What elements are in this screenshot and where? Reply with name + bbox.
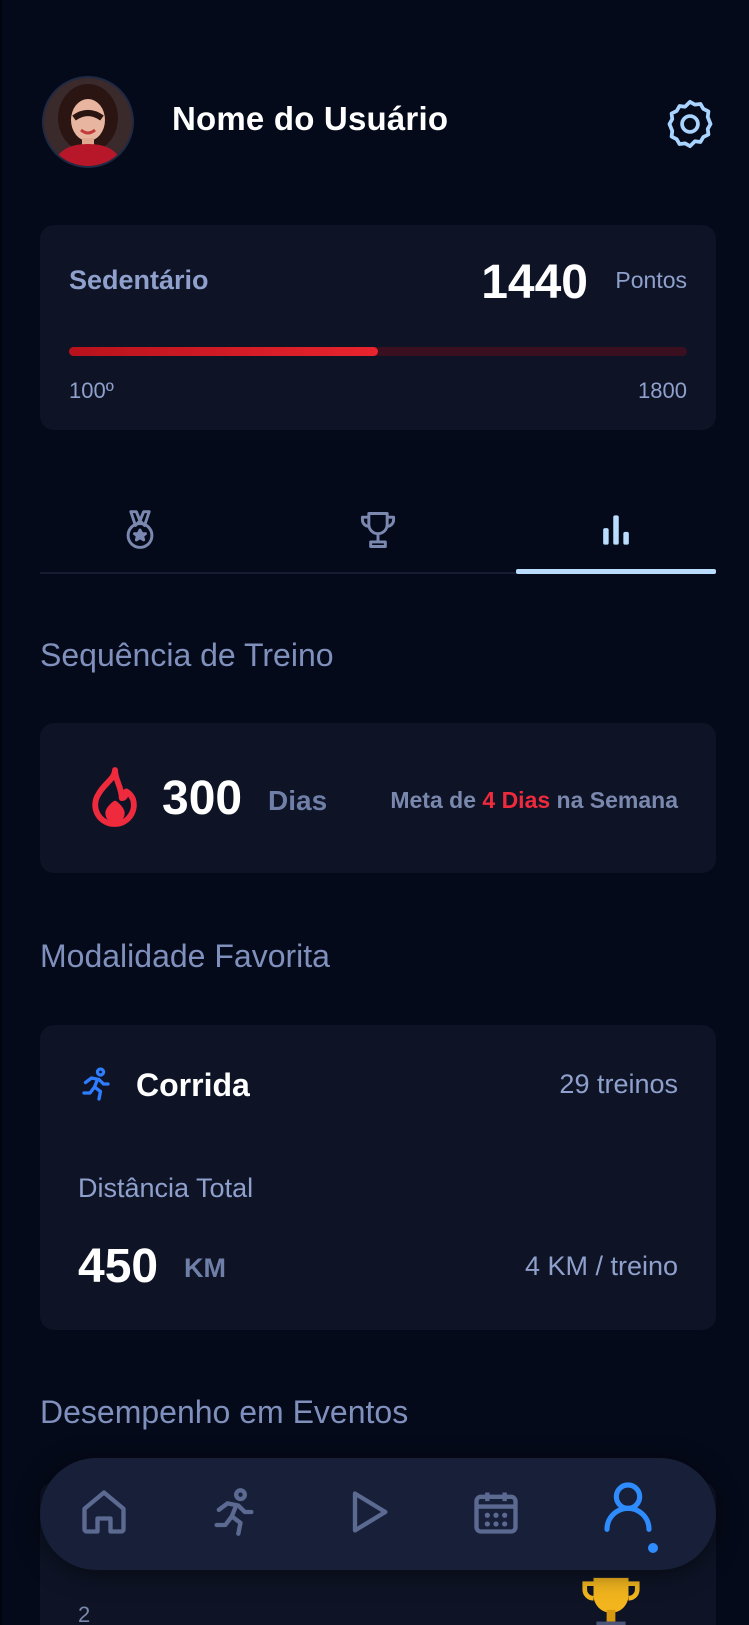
app-screen: Nome do Usuário Sedentário 1440 Pontos 1…	[2, 0, 749, 1625]
tab-medals[interactable]	[40, 500, 240, 572]
favorite-count: 29 treinos	[559, 1069, 678, 1099]
streak-value: 300	[162, 772, 243, 825]
gold-trophy-icon	[576, 1572, 646, 1625]
user-name: Nome do Usuário	[172, 100, 449, 137]
points-label: Pontos	[615, 267, 687, 293]
section-title-events: Desempenho em Eventos	[40, 1394, 409, 1430]
goal-highlight: 4 Dias	[482, 787, 551, 813]
distance-value: 450	[78, 1240, 159, 1293]
level-progress-bar	[69, 347, 687, 356]
distance-unit: KM	[184, 1253, 226, 1283]
section-title-favorite: Modalidade Favorita	[40, 938, 330, 974]
range-max: 1800	[638, 378, 687, 403]
tab-stats[interactable]	[516, 500, 716, 574]
trophy-icon	[356, 508, 400, 557]
active-indicator-dot	[648, 1543, 658, 1553]
section-title-streak: Sequência de Treino	[40, 637, 334, 673]
level-progress-fill	[69, 347, 378, 356]
distance-per-training: 4 KM / treino	[524, 1251, 678, 1281]
goal-suffix: na Semana	[550, 787, 678, 813]
nav-activities[interactable]	[198, 1478, 270, 1550]
level-card: Sedentário 1440 Pontos 100º 1800	[40, 225, 716, 430]
bottom-nav	[40, 1458, 716, 1570]
goal-prefix: Meta de	[390, 787, 483, 813]
nav-calendar[interactable]	[460, 1478, 532, 1550]
favorite-card[interactable]: Corrida 29 treinos Distância Total 450 K…	[40, 1025, 716, 1330]
runner-icon	[78, 1065, 114, 1108]
bar-chart-icon	[594, 508, 638, 557]
stats-tabs	[40, 500, 716, 574]
tab-trophies[interactable]	[278, 500, 478, 572]
range-min: 100º	[69, 378, 114, 403]
streak-unit: Dias	[268, 785, 328, 816]
flame-icon	[88, 765, 142, 834]
nav-play[interactable]	[332, 1478, 404, 1550]
calendar-icon	[470, 1486, 522, 1543]
weekly-goal: Meta de 4 Dias na Semana	[390, 787, 678, 814]
medal-icon	[118, 508, 162, 557]
nav-profile[interactable]	[592, 1472, 664, 1544]
nav-home[interactable]	[68, 1478, 140, 1550]
streak-card: 300 Dias Meta de 4 Dias na Semana	[40, 723, 716, 873]
favorite-name: Corrida	[136, 1067, 250, 1103]
runner-icon	[208, 1486, 260, 1543]
play-icon	[342, 1486, 394, 1543]
distance-label: Distância Total	[78, 1173, 254, 1203]
home-icon	[78, 1486, 130, 1543]
events-peek-number: 2	[78, 1602, 91, 1625]
avatar[interactable]	[42, 76, 134, 168]
profile-icon	[600, 1478, 656, 1539]
level-name: Sedentário	[69, 265, 209, 295]
points-value: 1440	[481, 256, 588, 309]
gear-icon[interactable]	[662, 96, 718, 152]
